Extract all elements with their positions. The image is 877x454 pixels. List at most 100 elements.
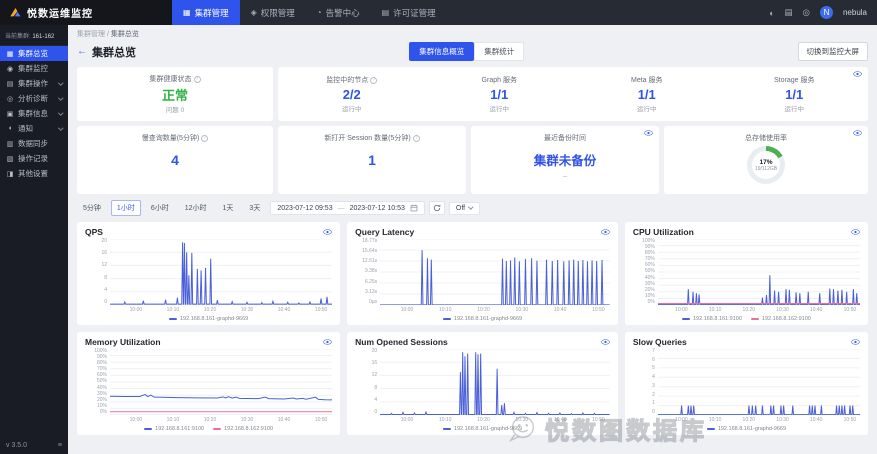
breadcrumb-separator: / [106, 31, 109, 38]
sidebar-item-cluster-info[interactable]: ▣ 集群信息 [0, 106, 68, 121]
language-icon[interactable]: ◐ [769, 8, 774, 18]
tab-cluster-management[interactable]: ▦ 集群管理 [172, 0, 240, 25]
info-icon[interactable]: ? [412, 134, 420, 142]
eye-icon[interactable] [323, 229, 332, 235]
eye-icon[interactable] [323, 339, 332, 345]
sidebar-item-operation-records[interactable]: ▧ 操作记录 [0, 151, 68, 166]
auto-refresh-value: Off [455, 204, 466, 212]
preset-12hour[interactable]: 12小时 [179, 200, 213, 216]
sidebar-item-analysis-diagnosis[interactable]: ◎ 分析诊断 [0, 91, 68, 106]
tab-alert-center[interactable]: ◔ 告警中心 [306, 0, 371, 25]
records-icon: ▧ [6, 155, 14, 163]
license-icon: ▤ [381, 8, 390, 17]
sidebar-item-label: 数据同步 [18, 139, 48, 148]
x-axis: 10:00 10:10 10:20 10:30 10:40 10:50 [129, 417, 328, 423]
range-end[interactable]: 2023-07-12 10:53 [350, 205, 405, 212]
card-label: 监控中的节点 [326, 77, 369, 84]
toggle-cluster-statistics[interactable]: 集群统计 [474, 42, 525, 61]
sidebar-item-cluster-monitoring[interactable]: ◉ 集群监控 [0, 61, 68, 76]
chart-title: Num Opened Sessions [355, 337, 448, 347]
breadcrumb-cluster-management[interactable]: 集群管理 [77, 31, 105, 38]
current-cluster: 当前集群: 161-162 [0, 25, 68, 46]
card-storage-usage: 总存储使用率 17% 19/112GB [664, 126, 868, 194]
eye-icon[interactable] [851, 339, 860, 345]
auto-refresh-dropdown[interactable]: Off [448, 201, 480, 215]
metric-sub: 运行中 [637, 106, 657, 113]
date-range-picker[interactable]: 2023-07-12 09:53 — 2023-07-12 10:53 [270, 201, 425, 215]
plot-area [110, 239, 332, 305]
page-title: 集群总览 [92, 46, 136, 59]
tab-label: 权限管理 [260, 7, 295, 18]
metric-value: 1/1 [637, 87, 656, 102]
metric-value: 2/2 [342, 87, 361, 102]
metric-sub: 运行中 [489, 106, 510, 113]
collapse-sidebar-icon[interactable]: ≡ [58, 442, 62, 449]
preset-5min[interactable]: 5分钟 [77, 200, 107, 216]
legend-item[interactable]: 192.168.8.162:9100 [213, 426, 273, 432]
switch-to-dashboard-screen-button[interactable]: 切换到监控大屏 [797, 42, 868, 61]
storage-usage-detail: 19/112GB [754, 165, 778, 172]
backup-sub: -- [562, 173, 568, 180]
legend-item[interactable]: 192.168.8.161-graphd-9669 [442, 426, 522, 432]
toggle-cluster-info-overview[interactable]: 集群信息概览 [409, 42, 475, 61]
cluster-icon: ▦ [183, 8, 191, 17]
tab-permission-management[interactable]: ◈ 权限管理 [240, 0, 306, 25]
card-slow-queries: 慢查询数量(5分钟)? 4 [77, 126, 273, 194]
plot-area [658, 349, 860, 415]
legend-item[interactable]: 192.168.8.161-graphd-9669 [442, 316, 522, 322]
preset-6hour[interactable]: 6小时 [145, 200, 175, 216]
legend-item[interactable]: 192.168.8.161:9100 [681, 316, 742, 322]
refresh-button[interactable] [428, 201, 445, 215]
eye-icon[interactable] [601, 339, 610, 345]
storage-usage-donut: 17% 19/112GB [747, 146, 785, 184]
avatar[interactable]: N [819, 6, 833, 19]
preset-3day[interactable]: 3天 [243, 200, 266, 216]
chart-cpu-utilization: CPU Utilization 100% 90% 80% 70% 60% 50% 40% 30… [624, 222, 868, 325]
title-row: ← 集群总览 集群信息概览 集群统计 切换到监控大屏 [77, 42, 868, 61]
permission-icon: ◈ [250, 8, 257, 17]
chart-legend: 192.168.8.161-graphd-9669 [355, 424, 610, 433]
tab-license-management[interactable]: ▤ 许可证管理 [371, 0, 447, 25]
sidebar-item-cluster-overview[interactable]: ▦ 集群总览 [0, 46, 68, 61]
sidebar-item-other-settings[interactable]: ◨ 其他设置 [0, 166, 68, 181]
x-axis: 10:00 10:10 10:20 10:30 10:40 10:50 [675, 417, 857, 423]
legend-item[interactable]: 192.168.8.162:9100 [750, 316, 811, 322]
info-icon[interactable]: ? [193, 75, 201, 83]
calendar-icon [410, 204, 418, 212]
sidebar-item-label: 集群信息 [18, 109, 48, 118]
back-arrow-icon[interactable]: ← [77, 46, 87, 57]
eye-icon[interactable] [644, 130, 653, 136]
legend-item[interactable]: 192.168.8.161-graphd-9669 [706, 426, 786, 432]
info-icon[interactable]: ? [201, 134, 209, 142]
app-logo: 悦数运维监控 [0, 0, 172, 25]
legend-item[interactable]: 192.168.8.161:9100 [144, 426, 204, 432]
notification-icon: ◖ [7, 125, 13, 132]
chart-legend: 192.168.8.161-graphd-9669 [85, 314, 332, 323]
y-axis: 20 16 12 8 4 0 [101, 238, 107, 305]
sidebar-footer: v 3.5.0 ≡ [0, 437, 68, 454]
eye-icon[interactable] [853, 71, 862, 77]
eye-icon[interactable] [601, 229, 610, 235]
legend-item[interactable]: 192.168.8.161-graphd-9669 [168, 316, 248, 322]
eye-icon[interactable] [853, 130, 862, 136]
health-sub: 问题 0 [165, 107, 185, 114]
sidebar-item-cluster-operations[interactable]: ▤ 集群操作 [0, 76, 68, 91]
range-start[interactable]: 2023-07-12 09:53 [277, 205, 332, 212]
sidebar-item-label: 集群操作 [18, 79, 48, 88]
preset-1hour[interactable]: 1小时 [110, 200, 141, 216]
sidebar-item-notifications[interactable]: ◖ 通知 [0, 121, 68, 136]
card-label: 新打开 Session 数量(5分钟) [324, 135, 411, 142]
slow-queries-value: 4 [171, 152, 179, 168]
monitor-icon: ◉ [6, 65, 14, 73]
preset-1day[interactable]: 1天 [217, 200, 240, 216]
chart-qps: QPS 20 16 12 8 4 0 10:00 10:10 10:20 10:30 10:40 1… [77, 222, 341, 325]
eye-icon[interactable] [851, 229, 860, 235]
bell-icon: ◔ [316, 8, 322, 17]
docs-icon[interactable]: ▤ [785, 7, 793, 18]
card-label: Graph 服务 [481, 77, 517, 84]
chart-title: QPS [85, 227, 103, 237]
sidebar-item-data-sync[interactable]: ▥ 数据同步 [0, 136, 68, 151]
info-icon[interactable]: ? [370, 76, 378, 84]
chart-slow-queries: Slow Queries 76543210 10:00 10:10 10:20 10:… [624, 332, 868, 435]
settings-icon[interactable]: ◎ [803, 7, 810, 18]
